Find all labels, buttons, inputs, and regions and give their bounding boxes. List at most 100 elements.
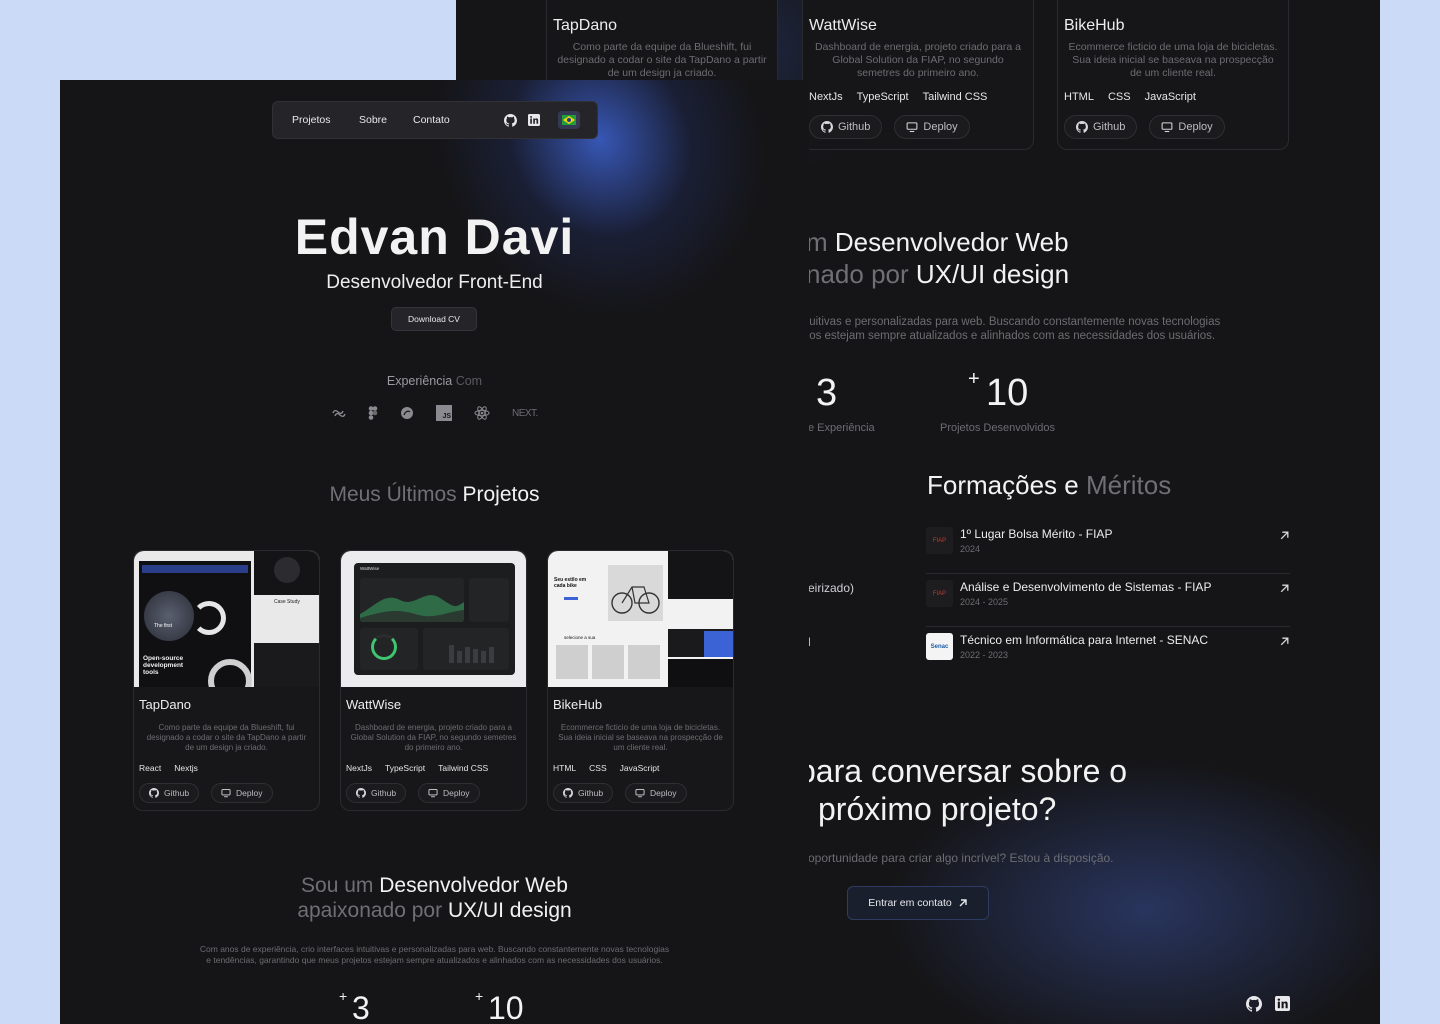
deploy-button[interactable]: Deploy [625,783,687,803]
project-screenshot: Open-source development tools The first Ca… [134,551,319,687]
tech-tag: TypeScript [856,91,909,103]
screenshot-gauge [371,634,397,660]
github-icon [1076,121,1088,133]
deploy-label: Deploy [923,121,958,133]
formations-title-muted: Méritos [1085,470,1172,500]
project-description: Dashboard de energia, projeto criado par… [350,723,517,752]
screenshot-case-study: Case Study [274,599,300,605]
github-icon[interactable] [1246,996,1262,1012]
screenshot-blue-block [704,631,733,657]
stat-experience-value: 3 [816,372,838,414]
tech-tag: NextJs [346,763,372,773]
screenshot-rings [192,601,226,635]
tech-tag: HTML [1064,91,1094,103]
project-card-wattwise[interactable]: WattWise Dashboard de energia, projeto c… [802,0,1034,150]
about-heading-muted: nado por [806,259,909,289]
tech-tags: React Nextjs [139,763,198,773]
bar [449,645,454,663]
about-heading-bold: Desenvolvedor Web [834,227,1069,257]
bar [465,647,470,663]
github-label: Github [838,121,871,133]
github-button[interactable]: Github [346,783,407,803]
bar [489,647,494,663]
project-screenshot: Seu estilo em cada bike selecione a sua [548,551,733,687]
monitor-icon [428,789,438,798]
contact-heading: para conversar sobre o próximo projeto? [798,753,1128,827]
tech-tag: HTML [553,763,577,773]
download-cv-button[interactable]: Download CV [391,307,477,331]
screenshot-thumb-circle [274,557,300,583]
linkedin-icon[interactable] [1275,996,1290,1011]
github-icon[interactable] [504,114,517,127]
stat-projects-label: Projetos Desenvolvidos [940,422,1055,434]
tech-tags: HTML CSS JavaScript [553,763,659,773]
github-label: Github [371,788,397,798]
fiap-logo: FIAP [926,527,953,554]
project-description: Ecommerce ficticio de uma loja de bicicl… [558,723,723,752]
product-thumb [592,645,624,679]
deploy-label: Deploy [1178,121,1213,133]
tailwind-icon [332,409,346,418]
project-card-bikehub[interactable]: BikeHub Ecommerce ficticio de uma loja d… [1057,0,1289,150]
github-icon [149,788,159,798]
deploy-button[interactable]: Deploy [418,783,480,803]
monitor-icon [907,122,918,133]
github-label: Github [164,788,190,798]
language-toggle[interactable] [558,111,580,129]
github-button[interactable]: Github [809,115,883,139]
bicycle-graphic [611,586,660,614]
product-thumb [628,645,660,679]
formation-item[interactable]: FIAP 1º Lugar Bolsa Mérito - FIAP 2024 [926,521,1290,574]
project-title: TapDano [553,17,618,34]
contact-paragraph: oportunidade para criar algo incrível? E… [808,851,1114,865]
screenshot-dark-panel [668,551,733,599]
contact-button[interactable]: Entrar em contato [847,886,989,920]
project-card-tapdano[interactable]: Open-source development tools The first Ca… [133,550,320,811]
screenshot-area-chart [360,578,464,622]
brazil-flag-icon [562,115,576,125]
deploy-button[interactable]: Deploy [894,115,970,139]
nav-item-contato[interactable]: Contato [413,114,450,126]
project-title: BikeHub [1064,17,1125,34]
formations-title: Formações e Méritos [927,470,1171,501]
screenshot-bars [449,645,494,663]
area-chart-graphic [360,595,464,622]
project-description: Como parte da equipe da Blueshift, fui d… [557,41,767,79]
formation-item[interactable]: Senac Técnico em Informática para Intern… [926,627,1290,679]
linkedin-icon[interactable] [528,114,540,126]
front-page-panel: Projetos Sobre Contato Edvan Davi Desenv… [60,80,809,1024]
about-heading-bold: UX/UI design [915,259,1070,289]
tech-tags: NextJs TypeScript Tailwind CSS [346,763,488,773]
project-title: WattWise [346,697,402,712]
nav-item-projetos[interactable]: Projetos [292,114,331,126]
github-button[interactable]: Github [553,783,614,803]
github-label: Github [578,788,604,798]
projects-title-bold: Projetos [462,483,540,506]
tech-tag: JavaScript [1144,91,1196,103]
project-card-bikehub[interactable]: Seu estilo em cada bike selecione a sua … [547,550,734,811]
screenshot-headline: Seu estilo em cada bike [554,577,587,589]
fiap-logo: FIAP [926,580,953,607]
github-button[interactable]: Github [1064,115,1138,139]
deploy-button[interactable]: Deploy [1149,115,1225,139]
arrow-up-right-icon [1280,637,1289,646]
nav-item-sobre[interactable]: Sobre [359,114,387,126]
hero-role: Desenvolvedor Front-End [326,272,543,293]
about-heading: m Desenvolvedor Web nado por UX/UI desig… [806,226,1069,290]
project-card-wattwise[interactable]: WattWise WattWise Dashboard de energia, … [340,550,527,811]
projects-title-muted: Meus Últimos [329,483,457,506]
deploy-button[interactable]: Deploy [211,783,273,803]
tech-tag: CSS [1107,91,1131,103]
github-label: Github [1093,121,1126,133]
tech-tag: JavaScript [619,763,660,773]
about-paragraph: Com anos de experiência, crio interfaces… [199,944,670,965]
tech-tag: Nextjs [174,763,198,773]
screenshot-bike-image [608,565,663,621]
deploy-label: Deploy [236,788,263,798]
formation-years: 2024 - 2025 [960,597,1009,607]
formation-item[interactable]: FIAP Análise e Desenvolvimento de Sistem… [926,574,1290,627]
stat-projects-value: 10 [986,372,1029,414]
senac-logo: Senac [926,633,953,660]
screenshot-brand: WattWise [360,566,380,571]
github-button[interactable]: Github [139,783,200,803]
